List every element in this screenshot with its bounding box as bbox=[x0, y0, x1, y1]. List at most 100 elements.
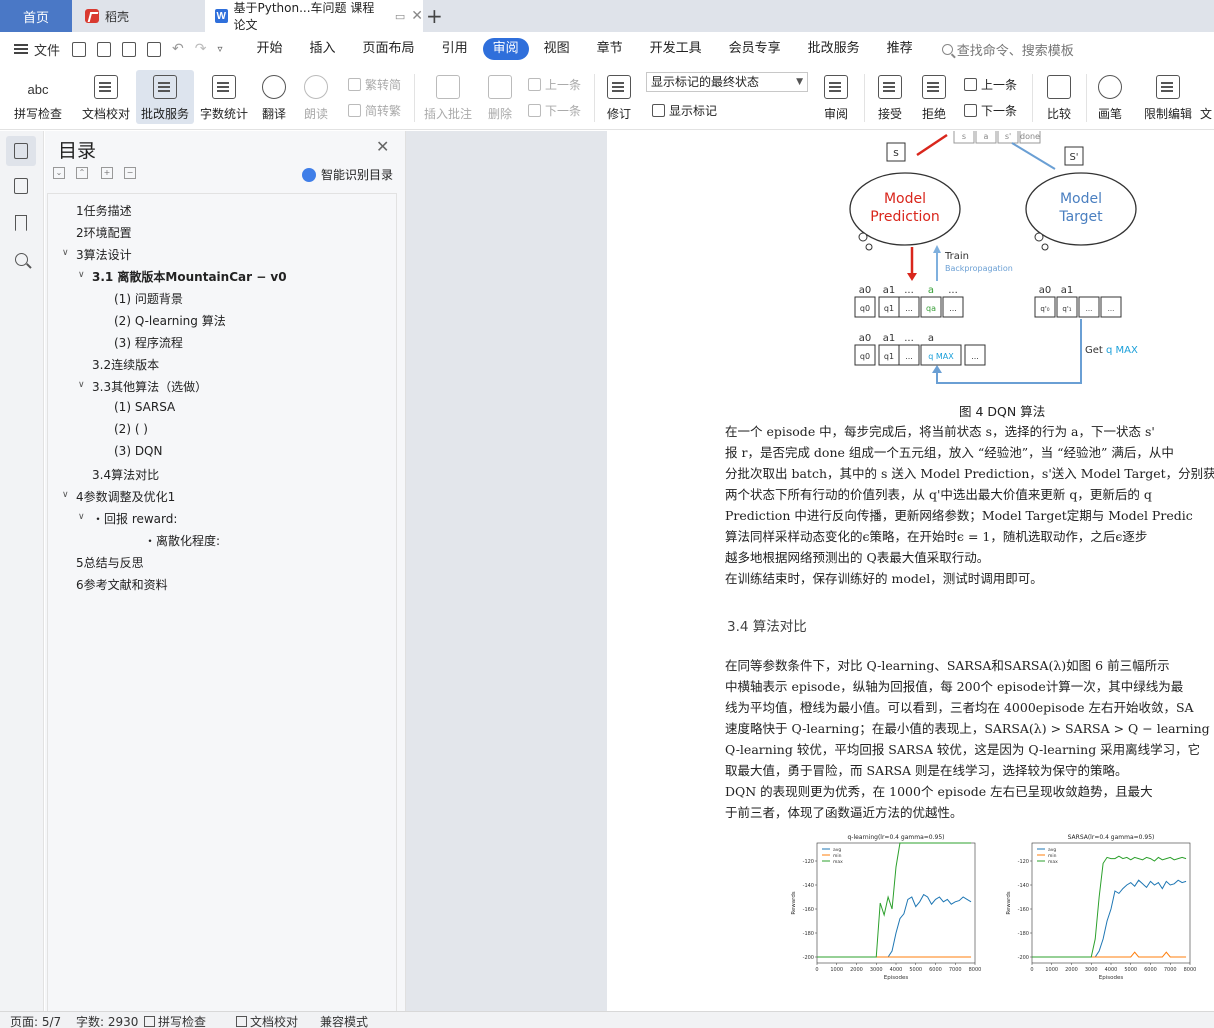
page-indicator[interactable]: 页面: 5/7 bbox=[10, 1013, 61, 1028]
toc-item[interactable]: 6参考文献和资料 bbox=[76, 576, 168, 593]
chevron-down-icon: ▼ bbox=[796, 77, 803, 87]
dqn-diagram: s a s' done s S' Model Prediction Model Target Tra… bbox=[849, 131, 1138, 384]
toc-item[interactable]: 3.3其他算法（选做） bbox=[92, 378, 207, 395]
bookmark-icon[interactable] bbox=[11, 213, 31, 233]
toc-item[interactable]: ・离散化程度: bbox=[144, 532, 220, 549]
find-icon[interactable] bbox=[11, 249, 31, 269]
accept-button[interactable]: 接受 bbox=[870, 70, 910, 124]
show-markup-button[interactable]: 显示标记 bbox=[652, 102, 717, 119]
toc-item[interactable]: (3) DQN bbox=[114, 444, 162, 458]
next-change-button[interactable]: 下一条 bbox=[964, 102, 1017, 119]
word-count-button[interactable]: 字数统计 bbox=[198, 70, 250, 124]
legend-label: min bbox=[833, 853, 842, 859]
close-icon[interactable]: ✕ bbox=[376, 137, 389, 156]
doc-proof-button[interactable]: 文档校对 bbox=[78, 70, 134, 124]
window-mode-icon[interactable]: ▭ bbox=[395, 10, 405, 23]
export-pdf-icon[interactable] bbox=[97, 41, 112, 57]
markup-display-select[interactable]: 显示标记的最终状态 ▼ bbox=[646, 72, 808, 92]
menu-tab-0[interactable]: 开始 bbox=[245, 38, 295, 60]
new-tab-plus-icon[interactable]: + bbox=[426, 4, 443, 28]
toc-item[interactable]: (2) Q-learning 算法 bbox=[114, 312, 226, 329]
tab-document[interactable]: W 基于Python...车问题 课程论文 ▭ ✕ bbox=[205, 0, 423, 32]
menu-tab-8[interactable]: 会员专享 bbox=[717, 38, 793, 60]
toc-item[interactable]: 3.1 离散版本MountainCar − v0 bbox=[92, 268, 287, 285]
word-count-status[interactable]: 字数: 2930 bbox=[76, 1013, 138, 1028]
chapter-nav-icon[interactable] bbox=[11, 176, 31, 196]
toc-item[interactable]: 2环境配置 bbox=[76, 224, 132, 241]
trad-to-simp-button[interactable]: 繁转简 bbox=[348, 76, 401, 93]
menu-tab-1[interactable]: 插入 bbox=[298, 38, 348, 60]
menu-tab-10[interactable]: 推荐 bbox=[875, 38, 925, 60]
toc-expand-icon[interactable]: ∨ bbox=[62, 248, 69, 258]
simp-to-trad-button[interactable]: 简转繁 bbox=[348, 102, 401, 119]
toc-item[interactable]: 1任务描述 bbox=[76, 202, 132, 219]
toc-item[interactable]: (1) SARSA bbox=[114, 400, 175, 414]
menu-tab-9[interactable]: 批改服务 bbox=[796, 38, 872, 60]
command-search[interactable]: 查找命令、搜索模板 bbox=[941, 40, 1074, 59]
prev-change-button[interactable]: 上一条 bbox=[964, 76, 1017, 93]
document-page[interactable]: s a s' done s S' Model Prediction Model Target Tra… bbox=[607, 131, 1214, 1011]
tab-close-icon[interactable]: ✕ bbox=[411, 8, 423, 24]
toc-panel-icon[interactable] bbox=[6, 136, 36, 166]
review-pane-button[interactable]: 审阅 bbox=[816, 70, 856, 124]
reject-button[interactable]: 拒绝 bbox=[914, 70, 954, 124]
chart-title: q-learning(lr=0.4 gamma=0.95) bbox=[848, 834, 945, 841]
spell-check-button[interactable]: abc 拼写检查 bbox=[8, 70, 68, 124]
restrict-edit-button[interactable]: 限制编辑 bbox=[1140, 70, 1196, 124]
customize-toolbar-icon[interactable]: ▿ bbox=[217, 44, 222, 55]
x-tick-label: 5000 bbox=[1124, 967, 1137, 973]
print-preview-icon[interactable] bbox=[147, 41, 162, 57]
menu-tab-3[interactable]: 引用 bbox=[430, 38, 480, 60]
toc-item[interactable]: ・回报 reward: bbox=[92, 510, 177, 527]
paragraph-line: 在一个 episode 中，每步完成后，将当前状态 s，选择的行为 a，下一状态… bbox=[725, 424, 1155, 439]
pen-button[interactable]: 画笔 bbox=[1092, 70, 1128, 124]
toc-item[interactable]: 3.2连续版本 bbox=[92, 356, 159, 373]
translate-button[interactable]: 翻译 bbox=[254, 70, 294, 124]
toc-item[interactable]: 3算法设计 bbox=[76, 246, 132, 263]
compare-button[interactable]: 比较 bbox=[1038, 70, 1080, 124]
toc-item[interactable]: (2) ( ) bbox=[114, 422, 148, 436]
remove-heading-icon[interactable]: − bbox=[124, 167, 136, 179]
save-icon[interactable] bbox=[72, 41, 87, 57]
collapse-all-icon[interactable]: ⌄ bbox=[53, 167, 65, 179]
x-axis-label: Episodes bbox=[884, 975, 909, 981]
file-menu[interactable]: 文件 bbox=[14, 40, 60, 59]
menu-tab-4[interactable]: 审阅 bbox=[482, 38, 529, 60]
undo-icon[interactable]: ↶ bbox=[172, 41, 184, 57]
toc-expand-icon[interactable]: ∨ bbox=[78, 380, 85, 390]
toc-item[interactable]: 5总结与反思 bbox=[76, 554, 144, 571]
insert-comment-button[interactable]: 插入批注 bbox=[422, 70, 474, 124]
redo-icon[interactable]: ↷ bbox=[195, 41, 207, 57]
add-heading-icon[interactable]: + bbox=[101, 167, 113, 179]
paragraph-line: 在训练结束时，保存训练好的 model，测试时调用即可。 bbox=[725, 571, 1043, 586]
print-icon[interactable] bbox=[122, 41, 137, 57]
toc-item[interactable]: 4参数调整及优化1 bbox=[76, 488, 175, 505]
delete-comment-button[interactable]: 删除 bbox=[480, 70, 520, 124]
tab-daoke-label: 稻壳 bbox=[105, 9, 130, 24]
tab-daoke[interactable]: 稻壳 bbox=[73, 0, 205, 32]
menu-tab-7[interactable]: 开发工具 bbox=[638, 38, 714, 60]
more-ribbon-button[interactable]: 文 bbox=[1198, 70, 1214, 124]
menu-tab-5[interactable]: 视图 bbox=[532, 38, 582, 60]
menu-tab-2[interactable]: 页面布局 bbox=[351, 38, 427, 60]
toc-expand-icon[interactable]: ∨ bbox=[78, 512, 85, 522]
menu-tab-6[interactable]: 章节 bbox=[585, 38, 635, 60]
doc-proof-status[interactable]: 文档校对 bbox=[236, 1013, 298, 1028]
toc-expand-icon[interactable]: ∨ bbox=[62, 490, 69, 500]
track-changes-button[interactable]: 修订 bbox=[600, 70, 638, 124]
expand-all-icon[interactable]: ⌃ bbox=[76, 167, 88, 179]
q-value: ... bbox=[949, 304, 957, 313]
smart-toc-button[interactable]: 智能识别目录 bbox=[302, 166, 393, 183]
read-aloud-button[interactable]: 朗读 bbox=[298, 70, 334, 124]
toc-item[interactable]: (3) 程序流程 bbox=[114, 334, 183, 351]
grading-service-button[interactable]: 批改服务 bbox=[136, 70, 194, 124]
spell-check-status[interactable]: 拼写检查 bbox=[144, 1013, 206, 1028]
prev-comment-button[interactable]: 上一条 bbox=[528, 76, 581, 93]
tab-home[interactable]: 首页 bbox=[0, 0, 72, 32]
toc-item[interactable]: 3.4算法对比 bbox=[92, 466, 159, 483]
model-prediction-label: Model bbox=[884, 191, 926, 207]
toc-item[interactable]: (1) 问题背景 bbox=[114, 290, 183, 307]
next-comment-button[interactable]: 下一条 bbox=[528, 102, 581, 119]
toc-expand-icon[interactable]: ∨ bbox=[78, 270, 85, 280]
paragraph-line: Q-learning 较优，平均回报 SARSA 较优，这是因为 Q-learn… bbox=[725, 742, 1201, 757]
